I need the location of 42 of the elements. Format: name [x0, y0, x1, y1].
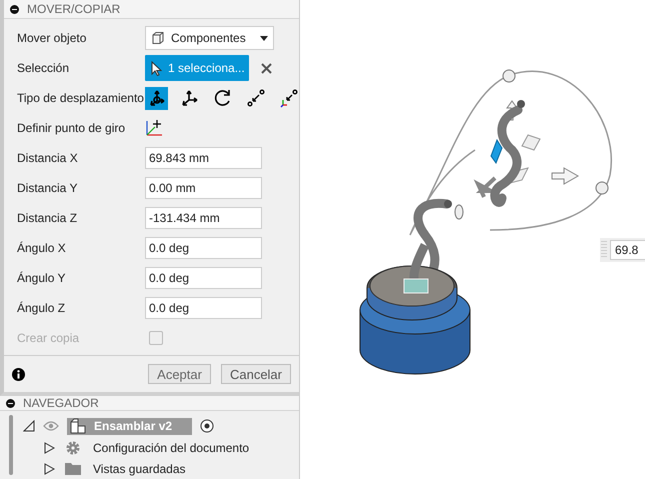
dropdown[interactable]: Componentes [145, 26, 274, 50]
field-label: Crear copia [17, 331, 80, 345]
collapse-icon[interactable] [6, 398, 15, 408]
caret-icon [260, 36, 268, 40]
field-label: Ángulo Z [17, 301, 66, 315]
box-icon [151, 31, 165, 45]
expand-icon[interactable] [23, 420, 35, 432]
collapse-icon[interactable] [10, 4, 19, 14]
pivot-icon[interactable] [145, 119, 163, 137]
field-label: Definir punto de giro [17, 121, 126, 135]
input-field[interactable]: 0.00 mm [145, 177, 262, 199]
input-field[interactable]: 0.0 deg [145, 297, 262, 319]
tree-item[interactable]: Vistas guardadas [91, 462, 188, 476]
radio-icon[interactable] [200, 419, 214, 433]
field-label: Ángulo Y [17, 271, 66, 285]
cursor-icon [151, 60, 162, 76]
panel-title: NAVEGADOR [23, 396, 99, 410]
expand-icon[interactable] [43, 442, 55, 454]
close-icon[interactable] [261, 62, 272, 74]
gear-icon [65, 440, 81, 456]
accept-button[interactable]: Aceptar [148, 364, 211, 384]
panel-title: MOVER/COPIAR [27, 2, 120, 16]
move-gizmo-drawing[interactable] [409, 70, 612, 236]
info-icon[interactable] [12, 368, 25, 380]
folder-icon [65, 462, 81, 475]
field-label: Selección [17, 61, 70, 75]
input-field[interactable]: -131.434 mm [145, 207, 262, 229]
tree-item[interactable]: Configuración del documento [91, 440, 252, 454]
field-label: Ángulo X [17, 241, 67, 255]
input-field[interactable]: 0.0 deg [145, 237, 262, 259]
field-label: Distancia Y [17, 181, 78, 195]
field-label: Tipo de desplazamiento [17, 91, 145, 105]
cancel-button[interactable]: Cancelar [220, 364, 291, 384]
move-type-button[interactable] [145, 86, 168, 110]
expand-icon[interactable] [43, 462, 55, 474]
input-field[interactable]: 69.843 mm [145, 147, 262, 169]
field-label: Distancia Z [17, 211, 78, 225]
input-field[interactable]: 0.0 deg [145, 267, 262, 289]
field-label: Mover objeto [17, 31, 88, 45]
field-label: Distancia X [17, 151, 79, 165]
distance-input-field[interactable]: 69.8 [600, 238, 645, 262]
component-icon [70, 418, 86, 434]
